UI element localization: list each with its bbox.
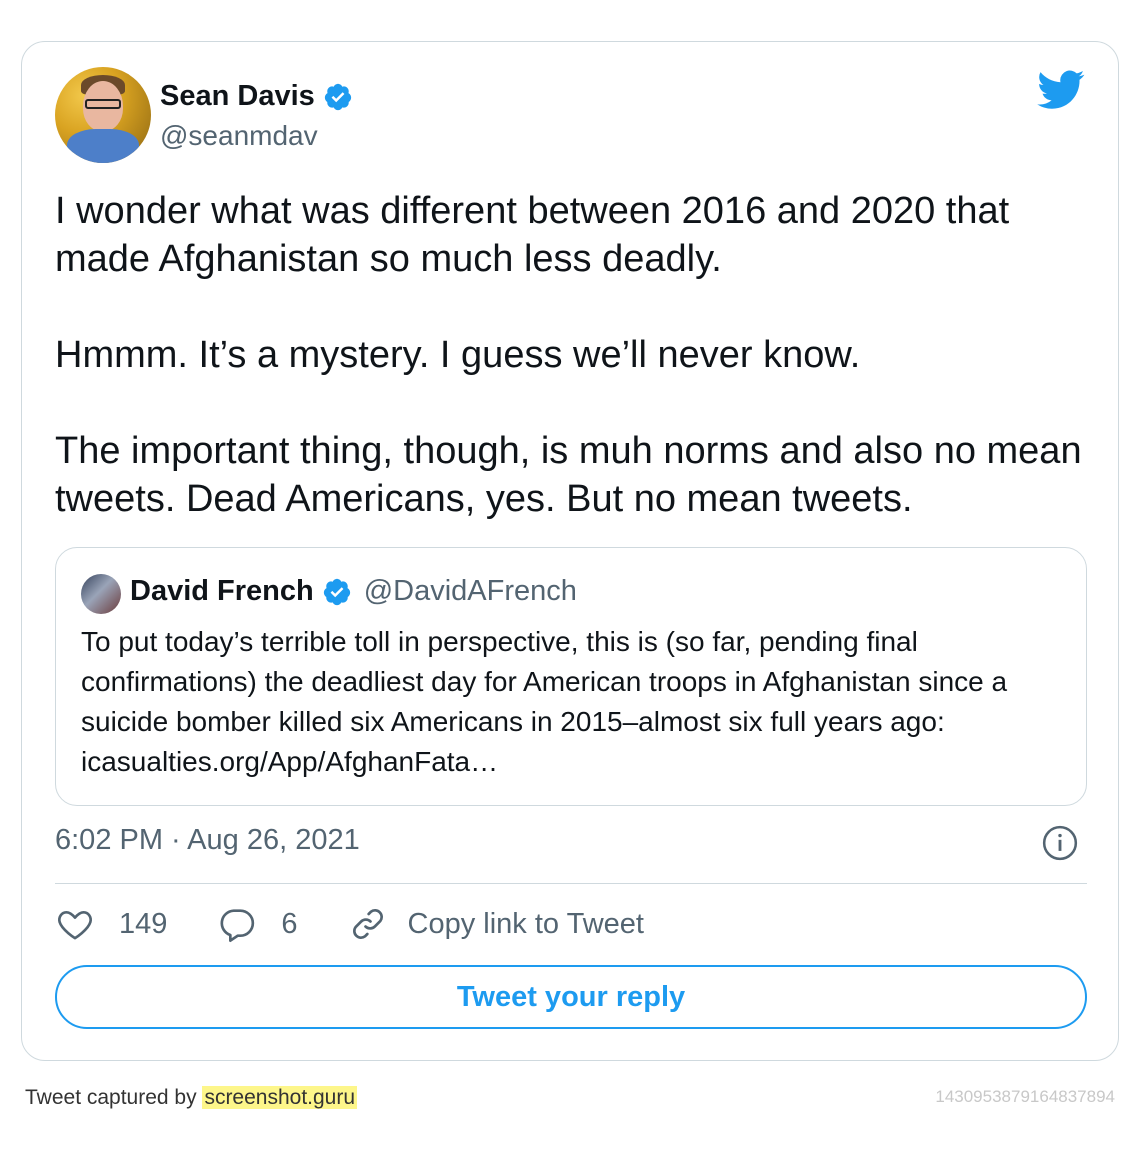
- link-icon: [352, 909, 383, 939]
- action-bar: 149 6 Copy link to Tweet: [55, 902, 694, 946]
- author-name-row[interactable]: Sean Davis: [160, 80, 353, 113]
- quoted-author-row[interactable]: David French @DavidAFrench: [130, 575, 577, 608]
- tweet-id: 1430953879164837894: [935, 1087, 1115, 1106]
- reply-count: 6: [281, 907, 298, 940]
- tweet-timestamp[interactable]: 6:02 PM · Aug 26, 2021: [55, 824, 360, 857]
- quoted-author-handle[interactable]: @DavidAFrench: [364, 575, 577, 608]
- copy-link-label: Copy link to Tweet: [407, 907, 644, 940]
- avatar-glasses: [85, 99, 121, 109]
- verified-badge-icon: [324, 83, 351, 110]
- verified-badge-icon: [323, 578, 350, 605]
- quoted-tweet[interactable]: David French @DavidAFrench To put today’…: [55, 547, 1087, 806]
- screenshot-guru-link[interactable]: screenshot.guru: [202, 1086, 358, 1109]
- author-handle[interactable]: @seanmdav: [160, 120, 318, 152]
- avatar-shirt: [67, 129, 139, 163]
- tweet-text: I wonder what was different between 2016…: [55, 190, 1082, 520]
- info-icon[interactable]: [1041, 824, 1079, 862]
- capture-credit: Tweet captured by screenshot.guru: [25, 1086, 358, 1110]
- reply-count-button[interactable]: 6: [217, 904, 298, 944]
- quoted-author-avatar[interactable]: [81, 574, 121, 614]
- divider: [55, 883, 1087, 884]
- tweet-your-reply-button[interactable]: Tweet your reply: [55, 965, 1087, 1029]
- reply-bubble-icon: [220, 909, 255, 942]
- author-avatar[interactable]: [55, 67, 151, 163]
- tweet-card: Sean Davis @seanmdav I wonder what was d…: [21, 41, 1119, 1061]
- heart-icon: [58, 911, 92, 940]
- twitter-bird-icon[interactable]: [1037, 70, 1085, 110]
- like-count: 149: [119, 907, 168, 940]
- copy-link-button[interactable]: Copy link to Tweet: [348, 904, 644, 944]
- quoted-author-name[interactable]: David French: [130, 575, 314, 608]
- quoted-tweet-text: To put today’s terrible toll in perspect…: [81, 626, 1015, 777]
- like-button[interactable]: 149: [55, 904, 167, 944]
- capture-credit-text: Tweet captured by: [25, 1086, 203, 1109]
- author-display-name[interactable]: Sean Davis: [160, 80, 315, 113]
